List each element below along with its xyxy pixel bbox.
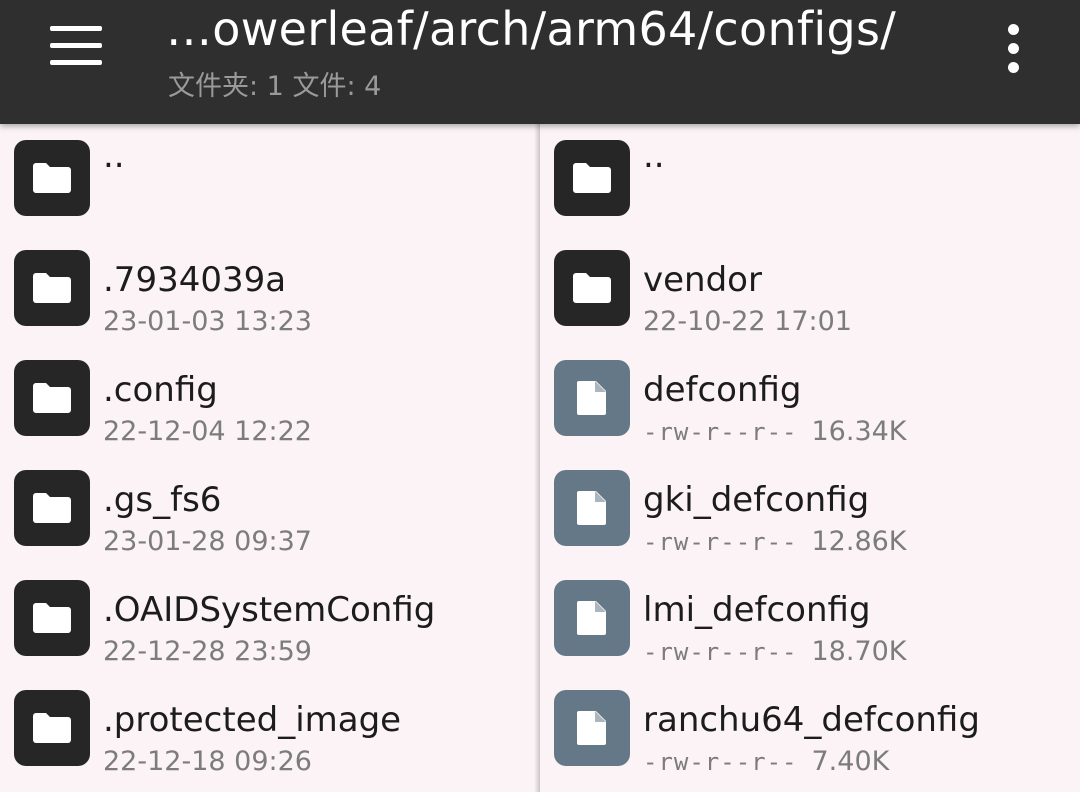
menu-bar-line xyxy=(50,60,102,65)
folder-icon xyxy=(14,470,90,546)
folder-icon xyxy=(554,250,630,326)
folder-list-item[interactable]: .gs_fs6 23-01-28 09:37 xyxy=(0,454,534,564)
folder-list-item[interactable]: .config 22-12-04 12:22 xyxy=(0,344,534,454)
item-name: lmi_defconfig xyxy=(643,590,871,630)
item-name: .OAIDSystemConfig xyxy=(103,590,436,630)
item-modified-date: 23-01-28 09:37 xyxy=(103,526,312,557)
right-file-pane[interactable]: .. vendor 22-10-22 17:01 defconfig -rw-r--r-… xyxy=(540,124,1080,792)
overflow-dot xyxy=(1008,43,1019,54)
item-name: .gs_fs6 xyxy=(103,480,222,520)
item-permissions: -rw-r--r-- xyxy=(643,528,798,556)
overflow-dot xyxy=(1008,62,1019,73)
hamburger-menu-icon[interactable] xyxy=(50,26,104,66)
item-permissions: -rw-r--r-- xyxy=(643,748,798,776)
folder-list-item[interactable]: vendor 22-10-22 17:01 xyxy=(540,234,1080,344)
item-name: .. xyxy=(643,136,665,176)
file-list-item[interactable]: defconfig -rw-r--r-- 16.34K xyxy=(540,344,1080,454)
file-icon xyxy=(554,470,630,546)
item-file-info: -rw-r--r-- 16.34K xyxy=(643,416,907,447)
file-icon xyxy=(554,690,630,766)
item-name: .7934039a xyxy=(103,260,287,300)
item-size: 7.40K xyxy=(811,746,890,777)
item-size: 16.34K xyxy=(811,416,907,447)
file-icon xyxy=(554,360,630,436)
file-list-item[interactable]: lmi_defconfig -rw-r--r-- 18.70K xyxy=(540,564,1080,674)
item-modified-date: 22-10-22 17:01 xyxy=(643,306,852,337)
item-name: .protected_image xyxy=(103,700,402,740)
app-bar: …owerleaf/arch/arm64/configs/ 文件夹: 1 文件:… xyxy=(0,0,1080,124)
item-file-info: -rw-r--r-- 18.70K xyxy=(643,636,907,667)
folder-icon xyxy=(14,140,90,216)
item-permissions: -rw-r--r-- xyxy=(643,638,798,666)
menu-bar-line xyxy=(50,26,102,31)
parent-directory-item[interactable]: .. xyxy=(0,124,534,234)
overflow-dot xyxy=(1008,24,1019,35)
item-name: .. xyxy=(103,136,125,176)
item-modified-date: 22-12-18 09:26 xyxy=(103,746,312,777)
item-file-info: -rw-r--r-- 7.40K xyxy=(643,746,889,777)
item-name: ranchu64_defconfig xyxy=(643,700,980,740)
folder-icon xyxy=(14,360,90,436)
file-icon xyxy=(554,580,630,656)
item-name: defconfig xyxy=(643,370,802,410)
folder-list-item[interactable]: .7934039a 23-01-03 13:23 xyxy=(0,234,534,344)
left-file-pane[interactable]: .. .7934039a 23-01-03 13:23 .config 22-12-04… xyxy=(0,124,534,792)
folder-icon xyxy=(14,690,90,766)
folder-icon xyxy=(14,580,90,656)
parent-directory-item[interactable]: .. xyxy=(540,124,1080,234)
item-name: .config xyxy=(103,370,218,410)
item-size: 12.86K xyxy=(811,526,907,557)
item-modified-date: 22-12-28 23:59 xyxy=(103,636,312,667)
item-file-info: -rw-r--r-- 12.86K xyxy=(643,526,907,557)
folder-list-item[interactable]: .OAIDSystemConfig 22-12-28 23:59 xyxy=(0,564,534,674)
folder-icon xyxy=(554,140,630,216)
folder-file-count: 文件夹: 1 文件: 4 xyxy=(168,71,382,102)
folder-icon xyxy=(14,250,90,326)
file-list-item[interactable]: ranchu64_defconfig -rw-r--r-- 7.40K xyxy=(540,674,1080,784)
path-title: …owerleaf/arch/arm64/configs/ xyxy=(166,2,897,56)
item-permissions: -rw-r--r-- xyxy=(643,418,798,446)
folder-list-item[interactable]: .protected_image 22-12-18 09:26 xyxy=(0,674,534,784)
menu-bar-line xyxy=(50,43,102,48)
item-name: gki_defconfig xyxy=(643,480,870,520)
item-modified-date: 22-12-04 12:22 xyxy=(103,416,312,447)
item-modified-date: 23-01-03 13:23 xyxy=(103,306,312,337)
item-name: vendor xyxy=(643,260,762,300)
file-list-item[interactable]: gki_defconfig -rw-r--r-- 12.86K xyxy=(540,454,1080,564)
more-vertical-icon[interactable] xyxy=(1000,24,1028,74)
item-size: 18.70K xyxy=(811,636,907,667)
